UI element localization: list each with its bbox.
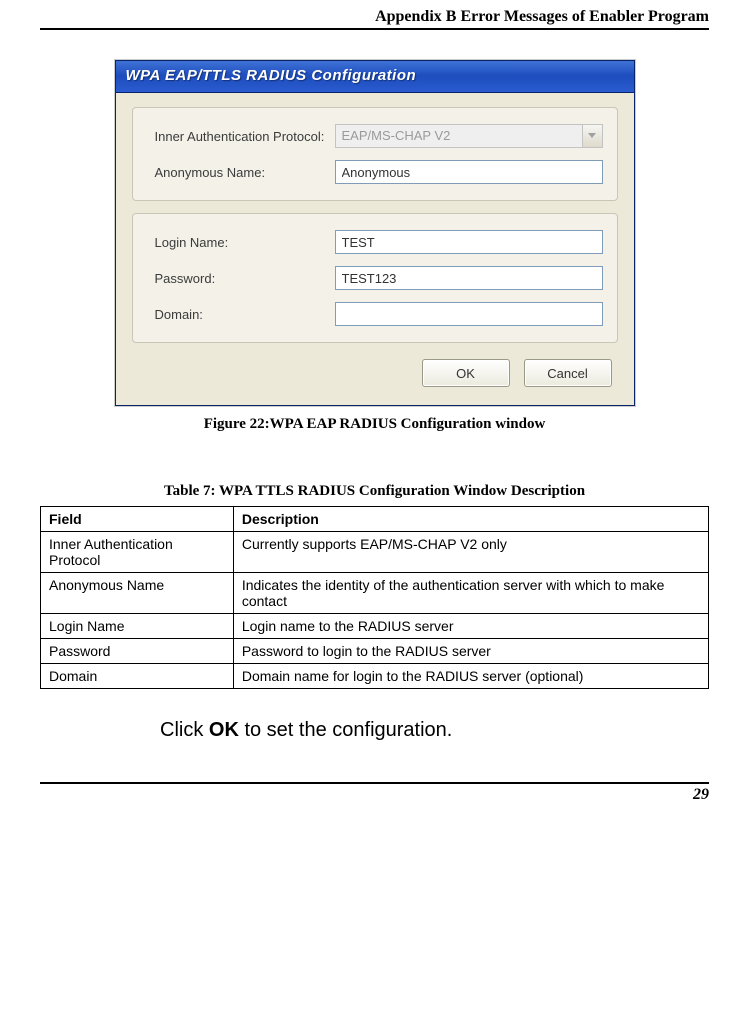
auth-group: Inner Authentication Protocol: EAP/MS-CH…	[132, 107, 618, 201]
cancel-button[interactable]: Cancel	[524, 359, 612, 387]
cell-desc: Password to login to the RADIUS server	[233, 639, 708, 664]
inner-auth-label: Inner Authentication Protocol:	[155, 129, 335, 144]
page-number: 29	[40, 784, 709, 804]
instruction-bold: OK	[209, 719, 239, 741]
anonymous-name-input[interactable]	[335, 160, 603, 184]
login-name-label: Login Name:	[155, 235, 335, 250]
login-name-input[interactable]	[335, 230, 603, 254]
th-desc: Description	[233, 507, 708, 532]
cell-desc: Login name to the RADIUS server	[233, 614, 708, 639]
instruction-post: to set the configuration.	[239, 719, 452, 741]
chevron-down-icon[interactable]	[583, 124, 603, 148]
config-table: Field Description Inner Authentication P…	[40, 506, 709, 689]
cell-desc: Indicates the identity of the authentica…	[233, 573, 708, 614]
anonymous-name-label: Anonymous Name:	[155, 165, 335, 180]
table-header-row: Field Description	[41, 507, 709, 532]
screenshot-figure: WPA EAP/TTLS RADIUS Configuration Inner …	[40, 60, 709, 406]
table-row: Login Name Login name to the RADIUS serv…	[41, 614, 709, 639]
cell-field: Domain	[41, 664, 234, 689]
cell-desc: Currently supports EAP/MS-CHAP V2 only	[233, 532, 708, 573]
table-row: Password Password to login to the RADIUS…	[41, 639, 709, 664]
domain-label: Domain:	[155, 307, 335, 322]
cell-field: Login Name	[41, 614, 234, 639]
dialog-titlebar: WPA EAP/TTLS RADIUS Configuration	[116, 61, 634, 93]
instruction-pre: Click	[160, 719, 209, 741]
password-label: Password:	[155, 271, 335, 286]
xp-dialog: WPA EAP/TTLS RADIUS Configuration Inner …	[115, 60, 635, 406]
cell-desc: Domain name for login to the RADIUS serv…	[233, 664, 708, 689]
figure-caption: Figure 22:WPA EAP RADIUS Configuration w…	[40, 416, 709, 433]
cell-field: Anonymous Name	[41, 573, 234, 614]
table-caption: Table 7: WPA TTLS RADIUS Configuration W…	[40, 483, 709, 500]
ok-button[interactable]: OK	[422, 359, 510, 387]
th-field: Field	[41, 507, 234, 532]
inner-auth-select[interactable]: EAP/MS-CHAP V2	[335, 124, 583, 148]
page-header: Appendix B Error Messages of Enabler Pro…	[40, 0, 709, 26]
login-group: Login Name: Password: Domain:	[132, 213, 618, 343]
header-rule	[40, 28, 709, 30]
table-row: Domain Domain name for login to the RADI…	[41, 664, 709, 689]
password-input[interactable]	[335, 266, 603, 290]
table-row: Inner Authentication Protocol Currently …	[41, 532, 709, 573]
cell-field: Inner Authentication Protocol	[41, 532, 234, 573]
cell-field: Password	[41, 639, 234, 664]
table-row: Anonymous Name Indicates the identity of…	[41, 573, 709, 614]
instruction-text: Click OK to set the configuration.	[160, 719, 709, 742]
domain-input[interactable]	[335, 302, 603, 326]
